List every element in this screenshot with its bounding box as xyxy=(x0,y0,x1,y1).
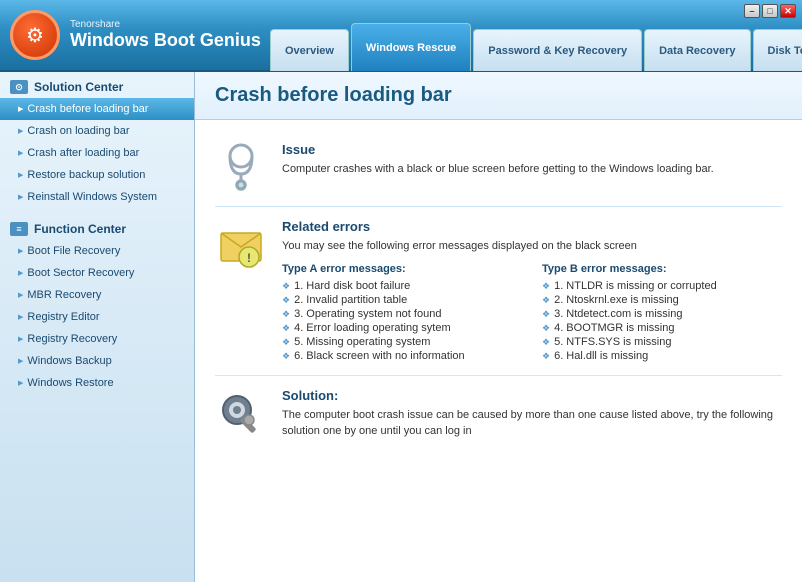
type-b-header: Type B error messages: xyxy=(542,263,782,275)
issue-icon xyxy=(215,142,267,194)
sidebar-item-reinstall-windows[interactable]: Reinstall Windows System xyxy=(0,186,194,208)
content-body: Issue Computer crashes with a black or b… xyxy=(195,120,802,462)
app-brand: Tenorshare xyxy=(70,19,261,30)
related-errors-section: ! Related errors You may see the followi… xyxy=(215,207,782,376)
function-center-header: ≡ Function Center xyxy=(0,214,194,240)
sidebar-item-registry-recovery[interactable]: Registry Recovery xyxy=(0,328,194,350)
sidebar: ⊙ Solution Center Crash before loading b… xyxy=(0,72,195,582)
sidebar-item-windows-backup[interactable]: Windows Backup xyxy=(0,350,194,372)
sidebar-item-windows-restore[interactable]: Windows Restore xyxy=(0,372,194,394)
tab-overview[interactable]: Overview xyxy=(270,29,349,71)
type-b-column: Type B error messages: 1. NTLDR is missi… xyxy=(542,263,782,363)
solution-center-icon: ⊙ xyxy=(10,80,28,94)
sidebar-item-mbr-recovery[interactable]: MBR Recovery xyxy=(0,284,194,306)
maximize-button[interactable]: □ xyxy=(762,4,778,18)
solution-title: Solution: xyxy=(282,388,782,403)
sidebar-item-crash-before-loading[interactable]: Crash before loading bar xyxy=(0,98,194,120)
type-b-error-1: 1. NTLDR is missing or corrupted xyxy=(542,279,782,293)
solution-section: Solution: The computer boot crash issue … xyxy=(215,376,782,452)
sidebar-item-crash-on-loading[interactable]: Crash on loading bar xyxy=(0,120,194,142)
type-b-error-5: 5. NTFS.SYS is missing xyxy=(542,335,782,349)
window-controls: – □ ✕ xyxy=(744,4,796,18)
type-a-error-1: 1. Hard disk boot failure xyxy=(282,279,522,293)
tab-windows-rescue[interactable]: Windows Rescue xyxy=(351,23,471,71)
type-a-error-3: 3. Operating system not found xyxy=(282,307,522,321)
related-errors-content: Related errors You may see the following… xyxy=(282,219,782,363)
solution-description: The computer boot crash issue can be cau… xyxy=(282,407,782,440)
content-area: Crash before loading bar xyxy=(195,72,802,582)
solution-icon xyxy=(215,388,267,440)
page-title: Crash before loading bar xyxy=(195,72,802,120)
type-b-error-3: 3. Ntdetect.com is missing xyxy=(542,307,782,321)
type-b-error-4: 4. BOOTMGR is missing xyxy=(542,321,782,335)
header: Tenorshare Windows Boot Genius Overview … xyxy=(0,0,802,72)
close-button[interactable]: ✕ xyxy=(780,4,796,18)
solution-center-header: ⊙ Solution Center xyxy=(0,72,194,98)
issue-description: Computer crashes with a black or blue sc… xyxy=(282,161,782,178)
related-errors-icon: ! xyxy=(215,219,267,271)
type-b-error-6: 6. Hal.dll is missing xyxy=(542,349,782,363)
issue-title: Issue xyxy=(282,142,782,157)
sidebar-item-registry-editor[interactable]: Registry Editor xyxy=(0,306,194,328)
tab-disk-tools[interactable]: Disk Tools xyxy=(753,29,802,71)
type-a-error-4: 4. Error loading operating sytem xyxy=(282,321,522,335)
solution-content: Solution: The computer boot crash issue … xyxy=(282,388,782,440)
app-title-area: Tenorshare Windows Boot Genius xyxy=(70,19,261,52)
issue-content: Issue Computer crashes with a black or b… xyxy=(282,142,782,178)
app-title: Windows Boot Genius xyxy=(70,30,261,52)
type-a-error-5: 5. Missing operating system xyxy=(282,335,522,349)
sidebar-item-boot-sector-recovery[interactable]: Boot Sector Recovery xyxy=(0,262,194,284)
nav-tabs: Overview Windows Rescue Password & Key R… xyxy=(270,0,802,71)
minimize-button[interactable]: – xyxy=(744,4,760,18)
tab-data-recovery[interactable]: Data Recovery xyxy=(644,29,750,71)
errors-grid: Type A error messages: 1. Hard disk boot… xyxy=(282,263,782,363)
svg-text:!: ! xyxy=(247,251,251,265)
sidebar-item-crash-after-loading[interactable]: Crash after loading bar xyxy=(0,142,194,164)
function-center-icon: ≡ xyxy=(10,222,28,236)
sidebar-item-boot-file-recovery[interactable]: Boot File Recovery xyxy=(0,240,194,262)
main-layout: ⊙ Solution Center Crash before loading b… xyxy=(0,72,802,582)
type-a-header: Type A error messages: xyxy=(282,263,522,275)
tab-password-key-recovery[interactable]: Password & Key Recovery xyxy=(473,29,642,71)
related-errors-description: You may see the following error messages… xyxy=(282,238,782,255)
type-a-error-2: 2. Invalid partition table xyxy=(282,293,522,307)
sidebar-item-restore-backup[interactable]: Restore backup solution xyxy=(0,164,194,186)
type-b-error-2: 2. Ntoskrnl.exe is missing xyxy=(542,293,782,307)
type-a-column: Type A error messages: 1. Hard disk boot… xyxy=(282,263,522,363)
type-a-error-6: 6. Black screen with no information xyxy=(282,349,522,363)
issue-section: Issue Computer crashes with a black or b… xyxy=(215,130,782,207)
app-logo xyxy=(10,10,60,60)
related-errors-title: Related errors xyxy=(282,219,782,234)
logo-area: Tenorshare Windows Boot Genius xyxy=(10,10,270,60)
